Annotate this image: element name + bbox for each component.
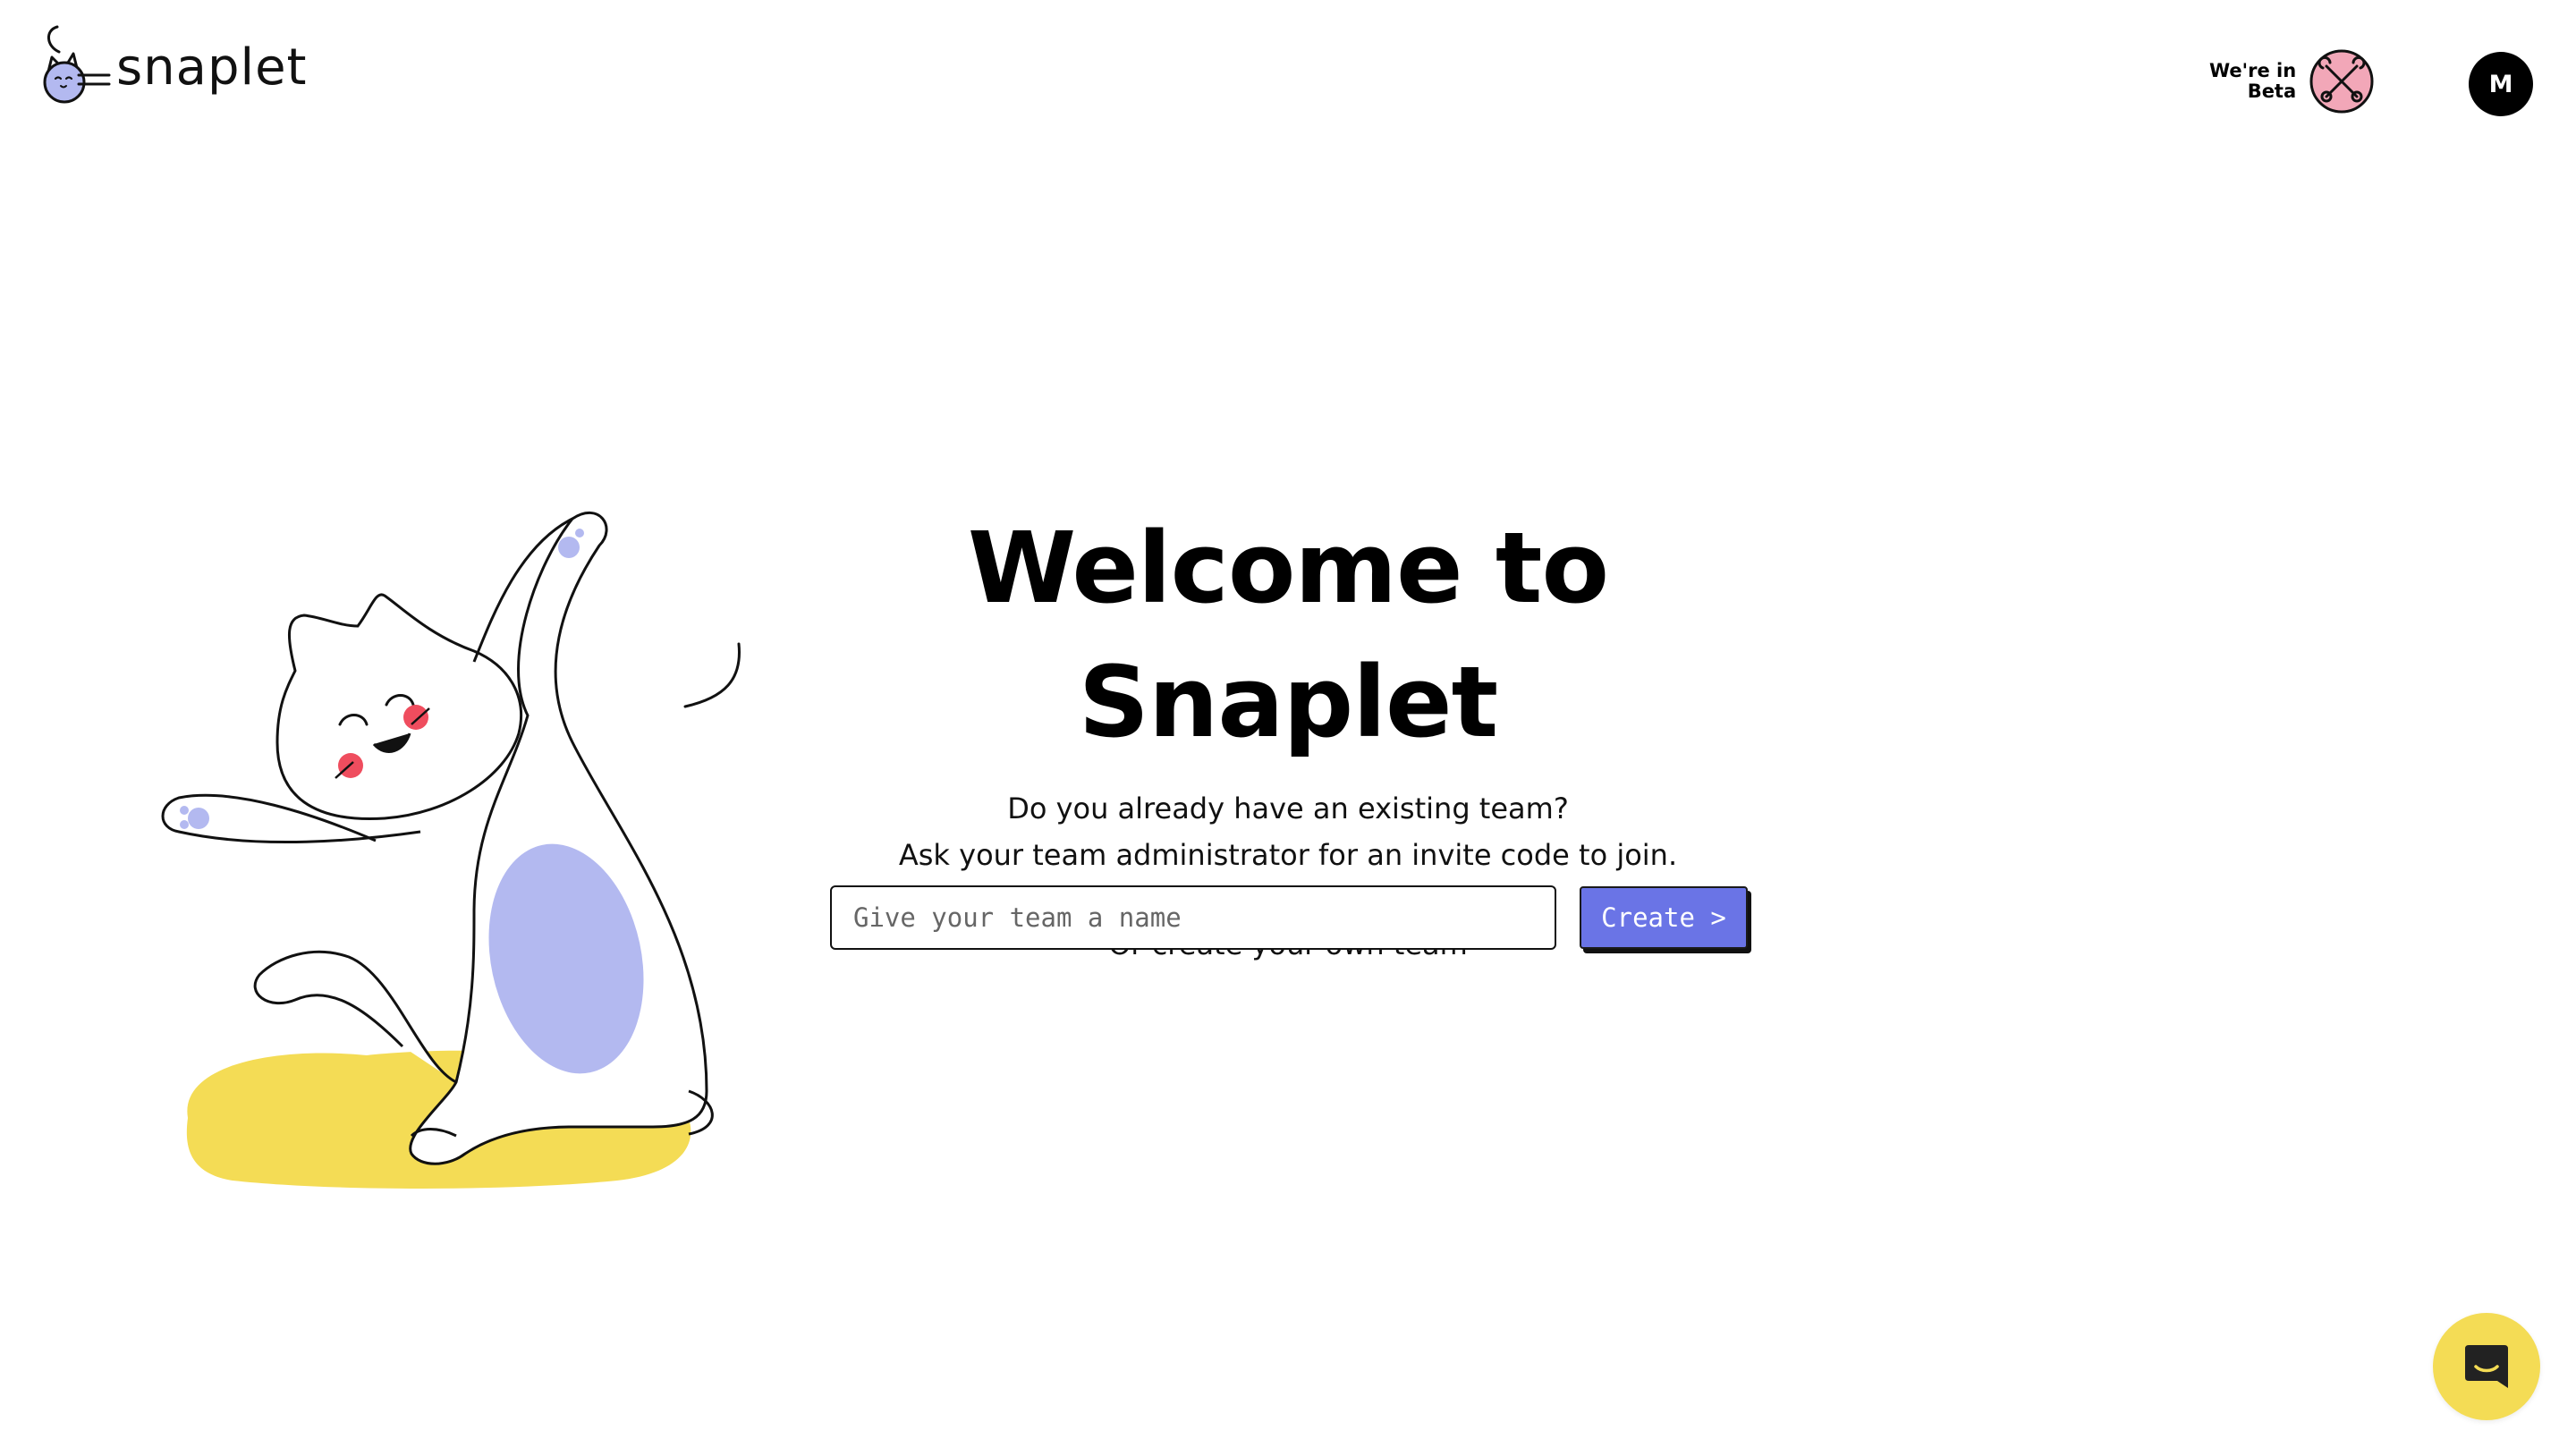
snaplet-logo[interactable]: snaplet [43, 20, 308, 109]
beta-line-1: We're in [2209, 60, 2297, 81]
beta-indicator[interactable]: We're in Beta [2209, 48, 2375, 114]
brand-name: snaplet [116, 38, 308, 97]
create-team-button[interactable]: Create > [1580, 886, 1748, 949]
page-title: Welcome to Snaplet [967, 511, 1609, 759]
beta-label: We're in Beta [2209, 61, 2296, 102]
tools-icon [2309, 49, 2374, 114]
create-team-form: Create > [830, 885, 1748, 950]
existing-team-question: Do you already have an existing team? [1007, 791, 1569, 825]
snaplet-cat-logo-icon [43, 25, 111, 104]
team-name-input[interactable] [830, 885, 1556, 950]
invite-code-instructions: Ask your team administrator for an invit… [898, 838, 1678, 872]
chat-launcher-button[interactable] [2433, 1313, 2540, 1420]
beta-line-2: Beta [2247, 80, 2297, 102]
dancing-cat-illustration [161, 512, 741, 1189]
chat-icon [2465, 1345, 2508, 1388]
user-avatar[interactable]: M [2469, 52, 2533, 116]
